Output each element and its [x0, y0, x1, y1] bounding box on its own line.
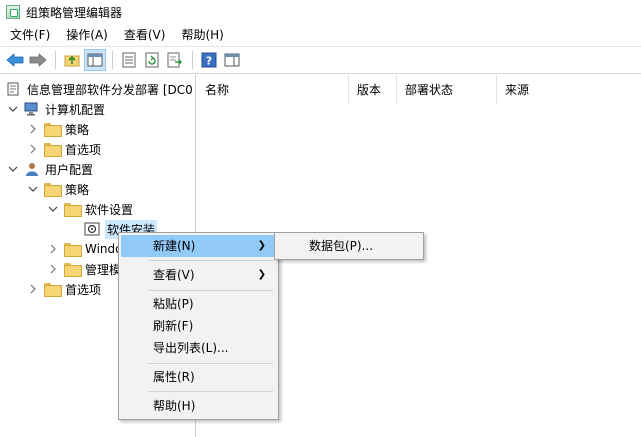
tree-label: 策略 [65, 182, 90, 197]
chevron-right-icon[interactable] [46, 242, 60, 256]
group-policy-editor-icon [6, 5, 20, 19]
tree-item-cc-preferences[interactable]: 首选项 [26, 139, 101, 159]
menu-separator [149, 363, 273, 364]
menu-view[interactable]: 查看(V) [116, 24, 174, 46]
menu-item-label: 查看(V) [153, 268, 195, 282]
tree-label: 软件设置 [85, 202, 134, 217]
context-menu: 新建(N) ❯ 查看(V) ❯ 粘贴(P) 刷新(F) 导出列表(L)... 属… [118, 232, 279, 420]
menu-separator [149, 391, 273, 392]
back-arrow-icon[interactable] [4, 49, 26, 71]
software-installation-icon [84, 222, 100, 236]
tree-label: 信息管理部软件分发部署 [DC0 [27, 82, 193, 97]
chevron-right-icon[interactable] [26, 122, 40, 136]
tree-label: 用户配置 [45, 162, 94, 177]
toolbar-separator [192, 51, 193, 69]
computer-icon [24, 102, 40, 116]
up-folder-icon[interactable] [61, 49, 83, 71]
folder-icon [64, 242, 82, 257]
folder-icon [44, 122, 62, 137]
column-header-deployment-state[interactable]: 部署状态 [397, 75, 497, 105]
submenu-arrow-icon: ❯ [257, 240, 266, 251]
tree-item-user-config[interactable]: 用户配置 [6, 159, 93, 179]
chevron-right-icon[interactable] [26, 142, 40, 156]
folder-icon [64, 262, 82, 277]
help-icon[interactable]: ? [198, 49, 220, 71]
menu-item-paste[interactable]: 粘贴(P) [121, 293, 276, 315]
tree-item-windows-settings[interactable]: Windo [46, 239, 123, 259]
svg-text:?: ? [206, 55, 212, 68]
menu-item-refresh[interactable]: 刷新(F) [121, 315, 276, 337]
chevron-right-icon[interactable] [26, 282, 40, 296]
menu-item-export-list[interactable]: 导出列表(L)... [121, 337, 276, 359]
menu-help[interactable]: 帮助(H) [173, 24, 231, 46]
chevron-down-icon[interactable] [6, 162, 20, 176]
forward-arrow-icon[interactable] [27, 49, 49, 71]
properties-icon[interactable] [118, 49, 140, 71]
tree-item-admin-templates[interactable]: 管理模 [46, 259, 121, 279]
window-title: 组策略管理编辑器 [26, 5, 123, 20]
chevron-down-icon[interactable] [46, 202, 60, 216]
tree-label: Windo [85, 242, 123, 256]
toolbar-separator [112, 51, 113, 69]
tree-label: 策略 [65, 122, 90, 137]
tree-label: 管理模 [85, 262, 122, 277]
title-bar: 组策略管理编辑器 [0, 0, 641, 24]
chevron-down-icon[interactable] [26, 182, 40, 196]
menu-item-view[interactable]: 查看(V) ❯ [121, 264, 276, 286]
tree-item-software-settings[interactable]: 软件设置 [46, 199, 133, 219]
submenu-arrow-icon: ❯ [257, 269, 266, 280]
refresh-icon[interactable] [141, 49, 163, 71]
policy-document-icon [6, 82, 22, 96]
tree-item-cc-policies[interactable]: 策略 [26, 119, 89, 139]
tree-item-uc-policies[interactable]: 策略 [26, 179, 89, 199]
menu-item-properties[interactable]: 属性(R) [121, 366, 276, 388]
chevron-right-icon[interactable] [46, 262, 60, 276]
tree-label: 首选项 [65, 282, 102, 297]
menu-action[interactable]: 操作(A) [58, 24, 116, 46]
tree-item-computer-config[interactable]: 计算机配置 [6, 99, 105, 119]
export-list-icon[interactable] [164, 49, 186, 71]
menu-item-new[interactable]: 新建(N) ❯ [121, 235, 276, 257]
show-hide-action-pane-icon[interactable] [221, 49, 243, 71]
folder-icon [64, 202, 82, 217]
menu-separator [149, 260, 273, 261]
menu-item-help[interactable]: 帮助(H) [121, 395, 276, 417]
show-hide-tree-icon[interactable] [84, 49, 106, 71]
tree-label: 计算机配置 [45, 102, 106, 117]
folder-icon [44, 182, 62, 197]
tree-label: 首选项 [65, 142, 102, 157]
menu-item-package[interactable]: 数据包(P)... [277, 235, 421, 257]
menu-bar: 文件(F) 操作(A) 查看(V) 帮助(H) [0, 24, 641, 46]
column-header-source[interactable]: 来源 [497, 75, 641, 105]
tree-item-uc-preferences[interactable]: 首选项 [26, 279, 101, 299]
chevron-down-icon[interactable] [6, 102, 20, 116]
toolbar-separator [55, 51, 56, 69]
menu-separator [149, 290, 273, 291]
toolbar: ? [0, 46, 641, 74]
column-header-name[interactable]: 名称 [197, 75, 349, 105]
folder-icon [44, 282, 62, 297]
folder-icon [44, 142, 62, 157]
tree-item-root[interactable]: 信息管理部软件分发部署 [DC0 [6, 79, 193, 99]
column-header-version[interactable]: 版本 [349, 75, 397, 105]
new-submenu: 数据包(P)... [274, 232, 424, 260]
user-icon [24, 162, 40, 176]
menu-file[interactable]: 文件(F) [0, 24, 58, 46]
menu-item-label: 新建(N) [153, 239, 196, 253]
